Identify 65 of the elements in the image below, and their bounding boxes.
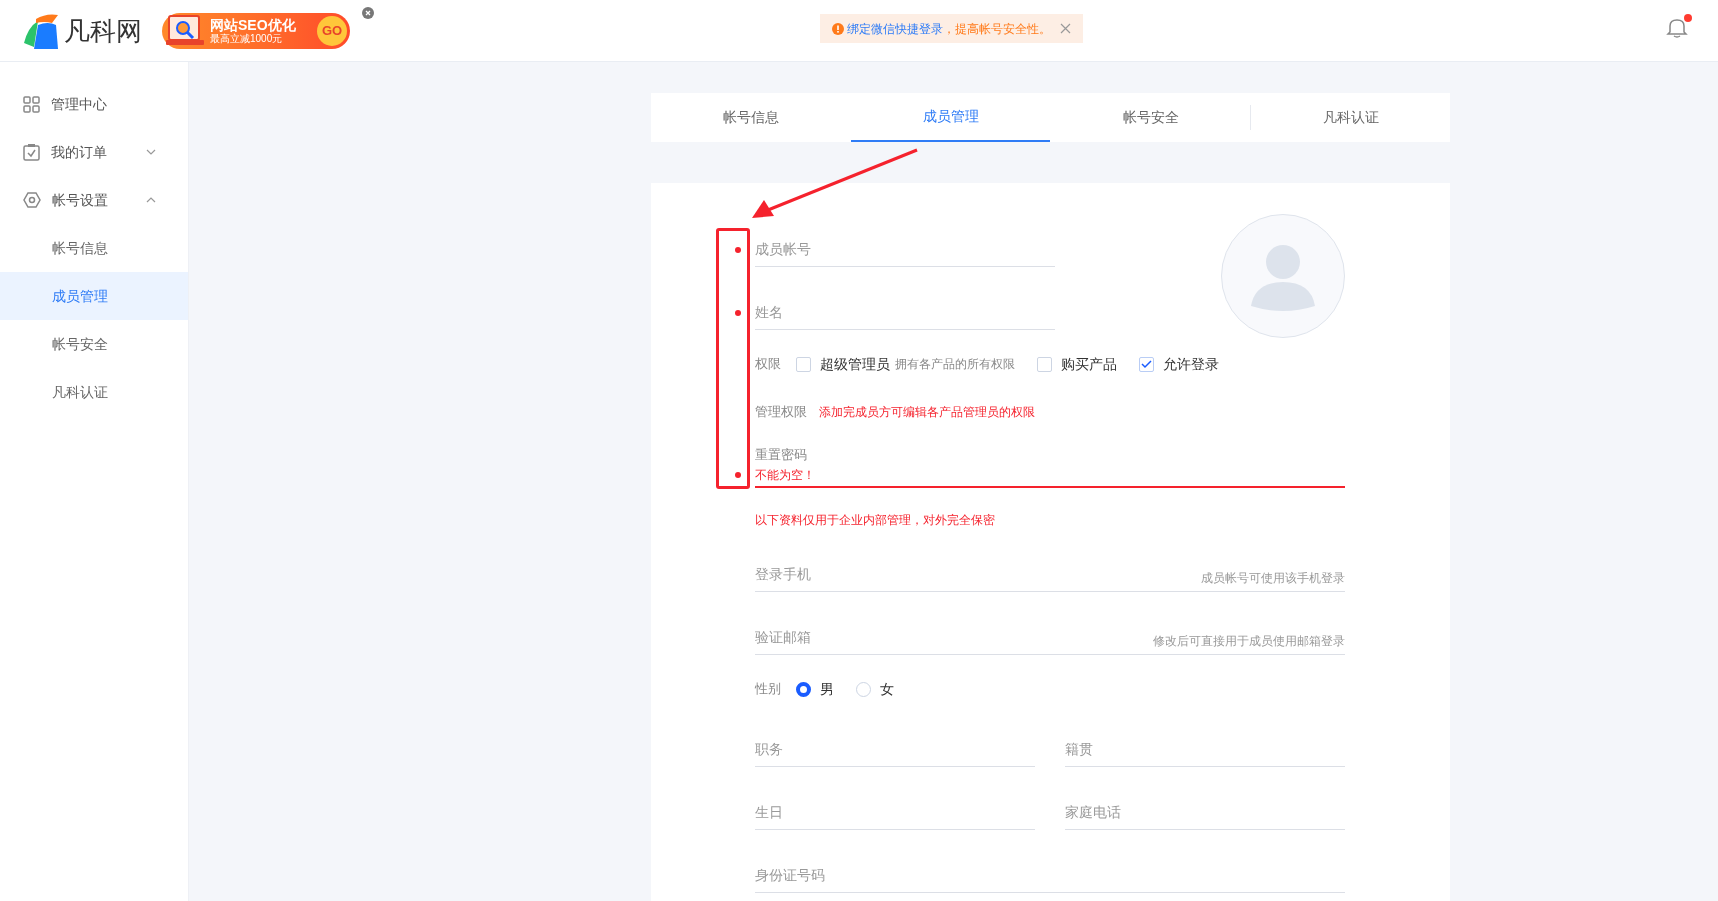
close-icon[interactable] [362, 7, 374, 19]
close-icon[interactable] [1060, 23, 1071, 34]
input-field[interactable]: 职务 [755, 733, 1035, 767]
input-field[interactable]: 家庭电话 [1065, 796, 1345, 830]
placeholder-text: 身份证号码 [755, 866, 825, 885]
field-hint: 成员帐号可使用该手机登录 [1201, 570, 1345, 587]
error-message: 不能为空！ [755, 467, 815, 484]
placeholder-text: 籍贯 [1065, 740, 1093, 759]
sidebar-subitem[interactable]: 成员管理 [0, 272, 188, 320]
banner-subtitle: 最高立减1000元 [210, 33, 283, 44]
input-field[interactable]: 验证邮箱 修改后可直接用于成员使用邮箱登录 [755, 621, 1345, 655]
tab[interactable]: 帐号信息 [651, 93, 850, 142]
sidebar-item[interactable]: 帐号设置 [0, 176, 188, 224]
checkbox[interactable] [1139, 356, 1154, 372]
input-field[interactable]: 登录手机 成员帐号可使用该手机登录 [755, 558, 1345, 592]
radio-label[interactable]: 女 [880, 678, 894, 700]
tab[interactable]: 凡科认证 [1251, 93, 1450, 142]
privacy-note: 以下资料仅用于企业内部管理，对外完全保密 [755, 512, 995, 529]
radio-button[interactable] [796, 681, 811, 697]
warning-icon [832, 22, 844, 35]
input-field[interactable]: 生日 [755, 796, 1035, 830]
sidebar-subitem[interactable]: 凡科认证 [0, 368, 188, 416]
go-button[interactable]: GO [317, 15, 347, 46]
placeholder-text: 登录手机 [755, 565, 811, 584]
field-label: 重置密码 [755, 446, 807, 464]
input-field[interactable]: 籍贯 [1065, 733, 1345, 767]
checkbox-label[interactable]: 允许登录 [1163, 353, 1219, 375]
sidebar-subitem[interactable]: 帐号安全 [0, 320, 188, 368]
placeholder-text: 验证邮箱 [755, 628, 811, 647]
clipboard-check-icon [23, 143, 40, 161]
notice-text: ，提高帐号安全性。 [943, 21, 1051, 36]
notification-bell-icon[interactable] [1666, 16, 1688, 38]
placeholder-text: 成员帐号 [755, 240, 811, 259]
input-field[interactable]: 姓名 [755, 296, 1055, 330]
input-field[interactable]: 成员帐号 [755, 233, 1055, 267]
promo-banner[interactable]: 网站SEO优化 最高立减1000元 GO [162, 12, 350, 49]
password-field[interactable]: 不能为空！ [755, 464, 1345, 488]
banner-title: 网站SEO优化 [210, 17, 296, 32]
field-label: 性别 [755, 680, 781, 699]
field-label: 管理权限 [755, 403, 807, 422]
bind-wechat-link[interactable]: 绑定微信快捷登录 [847, 21, 943, 36]
placeholder-text: 家庭电话 [1065, 803, 1121, 822]
tab[interactable]: 帐号安全 [1051, 93, 1250, 142]
checkbox[interactable] [1037, 356, 1052, 372]
placeholder-text: 生日 [755, 803, 783, 822]
logo-icon [22, 12, 60, 49]
placeholder-text: 姓名 [755, 303, 783, 322]
tab[interactable]: 成员管理 [851, 93, 1050, 142]
sidebar-subitem[interactable]: 帐号信息 [0, 224, 188, 272]
grid-icon [23, 95, 40, 113]
checkbox-label[interactable]: 超级管理员 [820, 353, 890, 375]
placeholder-text: 职务 [755, 740, 783, 759]
permission-note: 添加完成员方可编辑各产品管理员的权限 [819, 404, 1035, 421]
field-label: 权限 [755, 355, 781, 374]
field-hint: 修改后可直接用于成员使用邮箱登录 [1153, 633, 1345, 650]
logo-text: 凡科网 [64, 17, 142, 44]
radio-label[interactable]: 男 [820, 678, 834, 700]
input-field[interactable]: 身份证号码 [755, 859, 1345, 893]
settings-icon [23, 192, 41, 208]
option-hint: 拥有各产品的所有权限 [895, 356, 1015, 373]
checkbox[interactable] [796, 356, 811, 372]
checkbox-label[interactable]: 购买产品 [1061, 353, 1117, 375]
sidebar-item[interactable]: 管理中心 [0, 80, 188, 128]
magnifier-screen-icon [166, 14, 204, 47]
sidebar-item[interactable]: 我的订单 [0, 128, 188, 176]
